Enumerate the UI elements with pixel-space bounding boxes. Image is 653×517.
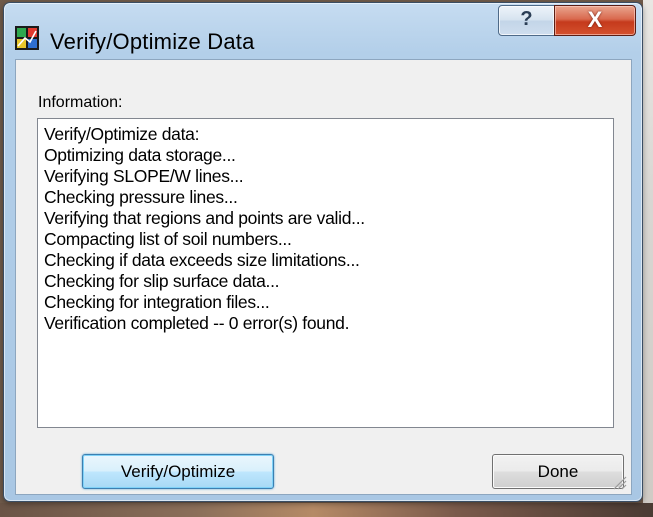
log-line: Verifying that regions and points are va… [44, 208, 365, 228]
log-line: Verify/Optimize data: [44, 124, 200, 144]
log-line: Checking pressure lines... [44, 187, 238, 207]
close-icon: X [587, 7, 603, 32]
title-bar[interactable]: Verify/Optimize Data ? X [4, 3, 642, 61]
dialog-body: Information: Verify/Optimize data: Optim… [15, 59, 632, 495]
close-button[interactable]: X [554, 5, 636, 36]
dialog-window: Verify/Optimize Data ? X Information: Ve… [3, 2, 643, 502]
log-line: Verification completed -- 0 error(s) fou… [44, 313, 350, 333]
log-line: Optimizing data storage... [44, 145, 236, 165]
help-icon: ? [520, 8, 533, 30]
information-log[interactable]: Verify/Optimize data: Optimizing data st… [37, 118, 614, 428]
desktop-background-bottom [0, 503, 653, 517]
app-icon [15, 26, 39, 50]
verify-optimize-button[interactable]: Verify/Optimize [82, 454, 274, 489]
desktop-background-right [643, 0, 653, 517]
log-line: Checking if data exceeds size limitation… [44, 250, 360, 270]
help-button[interactable]: ? [498, 5, 555, 36]
log-line: Verifying SLOPE/W lines... [44, 166, 244, 186]
log-line: Checking for slip surface data... [44, 271, 280, 291]
resize-grip-icon[interactable] [609, 472, 627, 490]
information-label: Information: [38, 94, 123, 111]
done-button[interactable]: Done [492, 454, 624, 489]
log-line: Compacting list of soil numbers... [44, 229, 292, 249]
window-title: Verify/Optimize Data [50, 29, 255, 54]
log-line: Checking for integration files... [44, 292, 270, 312]
